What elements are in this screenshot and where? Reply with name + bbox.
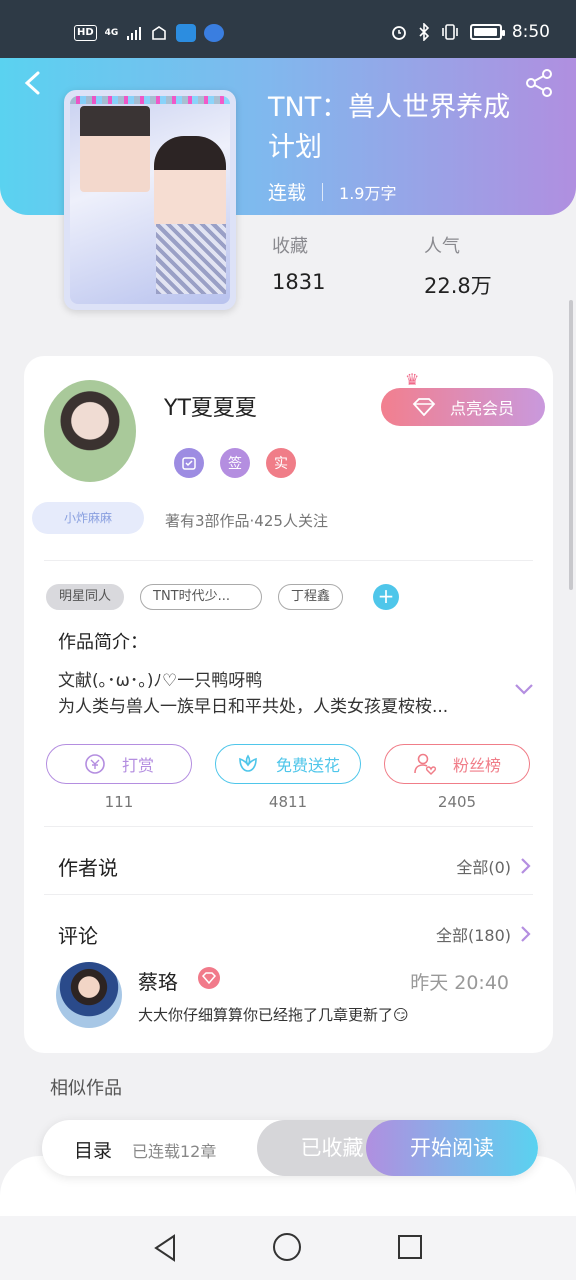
notification-icon bbox=[152, 26, 167, 40]
book-status: 连载 bbox=[268, 182, 307, 204]
battery-icon bbox=[469, 24, 505, 40]
tag-item[interactable]: TNT时代少... bbox=[140, 584, 263, 610]
alarm-icon bbox=[391, 26, 406, 40]
book-detail-card: 小炸麻麻 YT夏夏夏 ♛ 点亮会员 签 实 著有3部作品·425人关注 明星同人… bbox=[24, 356, 553, 1053]
comments-count: 全部(180) bbox=[435, 926, 511, 945]
favorites-stat: 收藏 1831 bbox=[272, 232, 325, 294]
tag-list: 明星同人 TNT时代少... 丁程鑫 + bbox=[46, 584, 400, 610]
nav-recents-icon[interactable] bbox=[398, 1235, 422, 1259]
comments-more[interactable]: 全部(180) bbox=[436, 922, 531, 946]
divider bbox=[44, 894, 533, 895]
vip-button[interactable]: 点亮会员 bbox=[381, 388, 545, 426]
nav-back-icon[interactable] bbox=[152, 1233, 178, 1263]
reward-count: 111 bbox=[104, 793, 134, 811]
verified-badge: 实 bbox=[266, 448, 296, 478]
author-says-more[interactable]: 全部(0) bbox=[456, 854, 531, 878]
intro-line: 为人类与兽人一族早日和平共处，人类女孩夏桉桉... bbox=[58, 697, 449, 717]
fan-ranking-count: 2405 bbox=[437, 793, 477, 811]
chapter-count: 已连载12章 bbox=[132, 1142, 217, 1161]
vip-diamond-icon bbox=[198, 967, 220, 989]
vibrate-icon bbox=[442, 24, 458, 40]
nav-home-icon[interactable] bbox=[273, 1233, 301, 1261]
book-title: TNT：兽人世界养成计划 bbox=[268, 92, 511, 163]
reward-button[interactable]: 打赏 111 bbox=[46, 744, 192, 811]
fan-ranking-button[interactable]: 粉丝榜 2405 bbox=[384, 744, 530, 811]
network-indicator: 4G bbox=[104, 27, 119, 38]
popularity-stat: 人气 22.8万 bbox=[424, 232, 492, 300]
scrollbar[interactable] bbox=[569, 300, 573, 590]
intro-text[interactable]: 文献(｡･ω･｡)ﾉ♡一只鸭呀鸭 为人类与兽人一族早日和平共处，人类女孩夏桉桉.… bbox=[58, 668, 498, 720]
tag-item[interactable]: 丁程鑫 bbox=[278, 584, 344, 610]
status-right: 8:50 bbox=[390, 22, 550, 42]
app-notification-icon bbox=[176, 24, 197, 42]
coin-icon bbox=[85, 754, 105, 774]
status-bar: HD 4G 8:50 bbox=[0, 0, 576, 58]
hd-icon: HD bbox=[74, 25, 97, 41]
user-heart-icon bbox=[414, 753, 437, 775]
tag-item[interactable]: 明星同人 bbox=[46, 584, 125, 610]
back-icon[interactable] bbox=[22, 70, 44, 96]
system-nav-bar bbox=[0, 1216, 576, 1280]
share-icon[interactable] bbox=[524, 68, 554, 98]
book-cover[interactable] bbox=[64, 90, 236, 310]
clock: 8:50 bbox=[511, 22, 550, 42]
vip-button-label: 点亮会员 bbox=[449, 399, 514, 418]
fan-group-tag[interactable]: 小炸麻麻 bbox=[32, 502, 144, 534]
author-avatar[interactable] bbox=[44, 380, 136, 482]
meta-divider bbox=[322, 182, 324, 201]
bottom-action-bar: 目录 已连载12章 已收藏 开始阅读 bbox=[42, 1120, 538, 1176]
comment-text[interactable]: 大大你仔细算算你已经拖了几章更新了😏 bbox=[138, 1004, 409, 1025]
crown-icon: ♛ bbox=[405, 370, 420, 389]
intro-title: 作品简介： bbox=[58, 632, 148, 653]
reward-label: 打赏 bbox=[121, 756, 154, 775]
level-badge-icon bbox=[174, 448, 204, 478]
signed-badge: 签 bbox=[220, 448, 250, 478]
flower-icon bbox=[239, 754, 257, 772]
popularity-value: 22.8万 bbox=[424, 274, 492, 298]
intro-line: 文献(｡･ω･｡)ﾉ♡一只鸭呀鸭 bbox=[58, 671, 263, 691]
chevron-down-icon[interactable] bbox=[513, 682, 535, 696]
start-reading-button[interactable]: 开始阅读 bbox=[366, 1120, 538, 1176]
status-left: HD 4G bbox=[74, 24, 225, 42]
comments-title: 评论 bbox=[58, 924, 98, 948]
word-count: 1.9万字 bbox=[339, 183, 397, 203]
favorites-value: 1831 bbox=[272, 270, 326, 294]
comment-time: 昨天 20:40 bbox=[410, 972, 509, 994]
divider bbox=[44, 560, 533, 561]
send-flower-label: 免费送花 bbox=[275, 756, 340, 775]
chevron-right-icon bbox=[521, 926, 531, 942]
bluetooth-icon bbox=[419, 23, 429, 41]
comment-user-avatar[interactable] bbox=[56, 962, 122, 1028]
book-meta: 连载 1.9万字 bbox=[268, 178, 396, 205]
author-stats: 著有3部作品·425人关注 bbox=[165, 512, 328, 530]
divider bbox=[44, 826, 533, 827]
diamond-icon bbox=[412, 398, 436, 416]
send-flower-button[interactable]: 免费送花 4811 bbox=[215, 744, 361, 811]
comment-user-name[interactable]: 蔡珞 bbox=[138, 966, 178, 995]
author-says-title: 作者说 bbox=[58, 856, 118, 880]
author-says-count: 全部(0) bbox=[456, 858, 511, 877]
similar-works-title: 相似作品 bbox=[50, 1078, 122, 1099]
popularity-label: 人气 bbox=[424, 236, 460, 257]
favorites-label: 收藏 bbox=[272, 236, 308, 257]
signal-icon bbox=[127, 27, 142, 40]
book-cover-image bbox=[70, 96, 230, 304]
fan-ranking-label: 粉丝榜 bbox=[452, 756, 501, 775]
app-notification-icon-2 bbox=[204, 24, 225, 42]
add-tag-icon[interactable]: + bbox=[373, 584, 400, 610]
flower-count: 4811 bbox=[268, 793, 308, 811]
toc-button[interactable]: 目录 bbox=[74, 1136, 112, 1163]
chevron-right-icon bbox=[521, 858, 531, 874]
author-name[interactable]: YT夏夏夏 bbox=[164, 390, 257, 422]
author-badges: 签 实 bbox=[174, 448, 296, 478]
